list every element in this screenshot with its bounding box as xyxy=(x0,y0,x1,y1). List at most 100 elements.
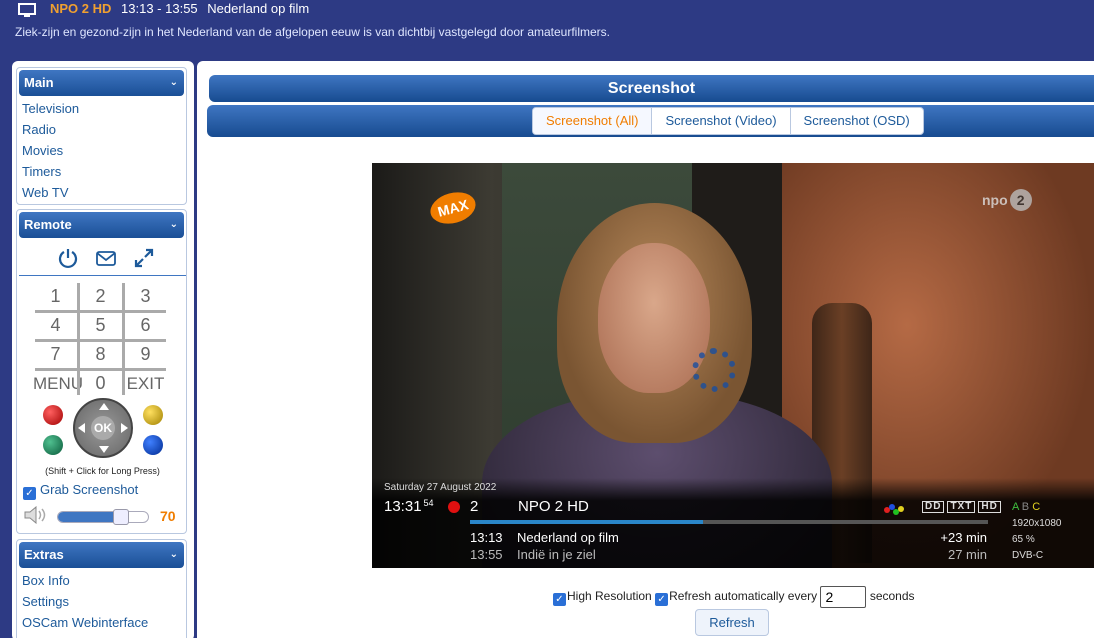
blue-button[interactable] xyxy=(143,435,163,455)
sidebar: Main ⌄ Television Radio Movies Timers We… xyxy=(12,61,194,638)
volume-control: 70 xyxy=(23,504,183,526)
key-exit[interactable]: EXIT xyxy=(123,370,168,399)
key-0[interactable]: 0 xyxy=(78,370,123,399)
teletext-badge-icon: TXT xyxy=(947,501,976,513)
ok-button[interactable]: OK xyxy=(91,416,115,440)
current-time-range: 13:13 - 13:55 xyxy=(121,1,198,16)
osd-channel-number: 2 xyxy=(470,498,479,515)
red-button[interactable] xyxy=(43,405,63,425)
hd-badge-icon: HD xyxy=(978,501,1001,513)
screenshot-tabs: Screenshot (All) Screenshot (Video) Scre… xyxy=(532,107,924,135)
remote-panel: Remote ⌄ 1 2 3 4 5 6 7 8 9 MENU 0 EXIT O… xyxy=(16,209,187,534)
osd-next-time: 13:55 xyxy=(470,547,503,562)
speaker-icon[interactable] xyxy=(23,506,49,524)
main-content: Screenshot Screenshot (All) Screenshot (… xyxy=(197,61,1094,638)
screenshot-image: MAX npo 2 Saturday 27 August 2022 13:31 54… xyxy=(372,163,1094,568)
key-2[interactable]: 2 xyxy=(78,283,123,312)
volume-fill xyxy=(58,512,121,522)
main-menu-title: Main xyxy=(24,75,54,90)
grab-screenshot-option[interactable]: ✓ Grab Screenshot xyxy=(23,482,138,500)
sidebar-item-webtv[interactable]: Web TV xyxy=(17,182,186,203)
osd-now-time: 13:13 xyxy=(470,530,503,545)
current-program-description: Ziek-zijn en gezond-zijn in het Nederlan… xyxy=(15,25,611,39)
envelope-icon[interactable] xyxy=(95,247,117,269)
npo2-logo: npo 2 xyxy=(982,189,1034,225)
tabs-bar: Screenshot (All) Screenshot (Video) Scre… xyxy=(207,105,1094,137)
tab-screenshot-all[interactable]: Screenshot (All) xyxy=(533,108,653,134)
osd-progress-bar xyxy=(470,520,988,524)
current-channel[interactable]: NPO 2 HD xyxy=(50,1,111,16)
refresh-button[interactable]: Refresh xyxy=(695,609,769,636)
chevron-down-icon: ⌄ xyxy=(169,77,178,88)
key-4[interactable]: 4 xyxy=(33,312,78,341)
arrow-left-icon[interactable] xyxy=(78,423,85,433)
numpad-divider xyxy=(77,283,80,395)
main-menu-panel: Main ⌄ Television Radio Movies Timers We… xyxy=(16,67,187,205)
osd-date: Saturday 27 August 2022 xyxy=(384,482,497,493)
osd-infobar: Saturday 27 August 2022 13:31 54 2 NPO 2 … xyxy=(372,478,1094,568)
sidebar-item-television[interactable]: Television xyxy=(17,98,186,119)
volume-value: 70 xyxy=(160,508,176,524)
key-menu[interactable]: MENU xyxy=(33,370,83,399)
extras-panel: Extras ⌄ Box Info Settings OSCam Webinte… xyxy=(16,539,187,638)
green-button[interactable] xyxy=(43,435,63,455)
osd-next-duration: 27 min xyxy=(947,547,987,562)
tab-screenshot-video[interactable]: Screenshot (Video) xyxy=(652,108,791,134)
remote-title: Remote xyxy=(24,217,72,232)
auto-refresh-checkbox[interactable]: ✓ xyxy=(655,593,669,607)
osd-now-title: Nederland op film xyxy=(517,530,619,545)
npo2-logo-text: npo xyxy=(982,192,1008,208)
arrow-right-icon[interactable] xyxy=(121,423,128,433)
key-9[interactable]: 9 xyxy=(123,341,168,370)
grab-screenshot-label: Grab Screenshot xyxy=(40,482,139,497)
key-8[interactable]: 8 xyxy=(78,341,123,370)
power-icon[interactable] xyxy=(57,247,79,269)
tab-screenshot-osd[interactable]: Screenshot (OSD) xyxy=(791,108,923,134)
long-press-hint: (Shift + Click for Long Press) xyxy=(45,466,160,476)
sidebar-item-radio[interactable]: Radio xyxy=(17,119,186,140)
color-dots-icon xyxy=(884,504,908,516)
volume-handle[interactable] xyxy=(113,509,129,525)
key-1[interactable]: 1 xyxy=(33,283,78,312)
now-playing-bar: NPO 2 HD 13:13 - 13:55 Nederland op film… xyxy=(0,0,1094,53)
refresh-interval-input[interactable] xyxy=(820,586,867,608)
main-menu-header[interactable]: Main ⌄ xyxy=(19,70,184,96)
osd-signal: 65 % xyxy=(1012,534,1035,545)
sidebar-item-timers[interactable]: Timers xyxy=(17,161,186,182)
remote-header[interactable]: Remote ⌄ xyxy=(19,212,184,238)
sidebar-item-box-info[interactable]: Box Info xyxy=(17,570,186,591)
sidebar-item-movies[interactable]: Movies xyxy=(17,140,186,161)
osd-clock-seconds: 54 xyxy=(423,498,434,508)
yellow-button[interactable] xyxy=(143,405,163,425)
osd-clock: 13:31 54 xyxy=(384,498,434,515)
key-3[interactable]: 3 xyxy=(123,283,168,312)
extras-header[interactable]: Extras ⌄ xyxy=(19,542,184,568)
navigation-wheel[interactable]: OK xyxy=(73,398,133,458)
key-6[interactable]: 6 xyxy=(123,312,168,341)
arrow-up-icon[interactable] xyxy=(99,403,109,410)
key-5[interactable]: 5 xyxy=(78,312,123,341)
screenshot-options: ✓ High Resolution ✓ Refresh automatically … xyxy=(553,586,915,608)
expand-icon[interactable] xyxy=(133,247,155,269)
sidebar-item-oscam[interactable]: OSCam Webinterface xyxy=(17,612,186,633)
osd-resolution: 1920x1080 xyxy=(1012,518,1062,529)
key-7[interactable]: 7 xyxy=(33,341,78,370)
osd-progress-fill xyxy=(470,520,704,524)
dolby-badge-icon: DD xyxy=(922,501,945,513)
osd-channel-name: NPO 2 HD xyxy=(518,498,589,515)
arrow-down-icon[interactable] xyxy=(99,446,109,453)
sidebar-item-settings[interactable]: Settings xyxy=(17,591,186,612)
numpad-divider xyxy=(122,283,125,395)
record-indicator-icon xyxy=(448,501,460,513)
osd-clock-time: 13:31 xyxy=(384,498,422,515)
loading-spinner-icon xyxy=(692,348,736,392)
current-program-title: Nederland op film xyxy=(207,1,310,16)
auto-refresh-label: Refresh automatically every xyxy=(669,589,818,604)
high-resolution-checkbox[interactable]: ✓ xyxy=(553,593,566,607)
numpad-divider xyxy=(35,310,166,313)
checkbox-checked-icon[interactable]: ✓ xyxy=(23,487,36,500)
volume-slider[interactable] xyxy=(57,509,149,525)
extras-title: Extras xyxy=(24,547,64,562)
chevron-down-icon: ⌄ xyxy=(169,549,178,560)
osd-badges: DD TXT HD xyxy=(922,501,1004,513)
